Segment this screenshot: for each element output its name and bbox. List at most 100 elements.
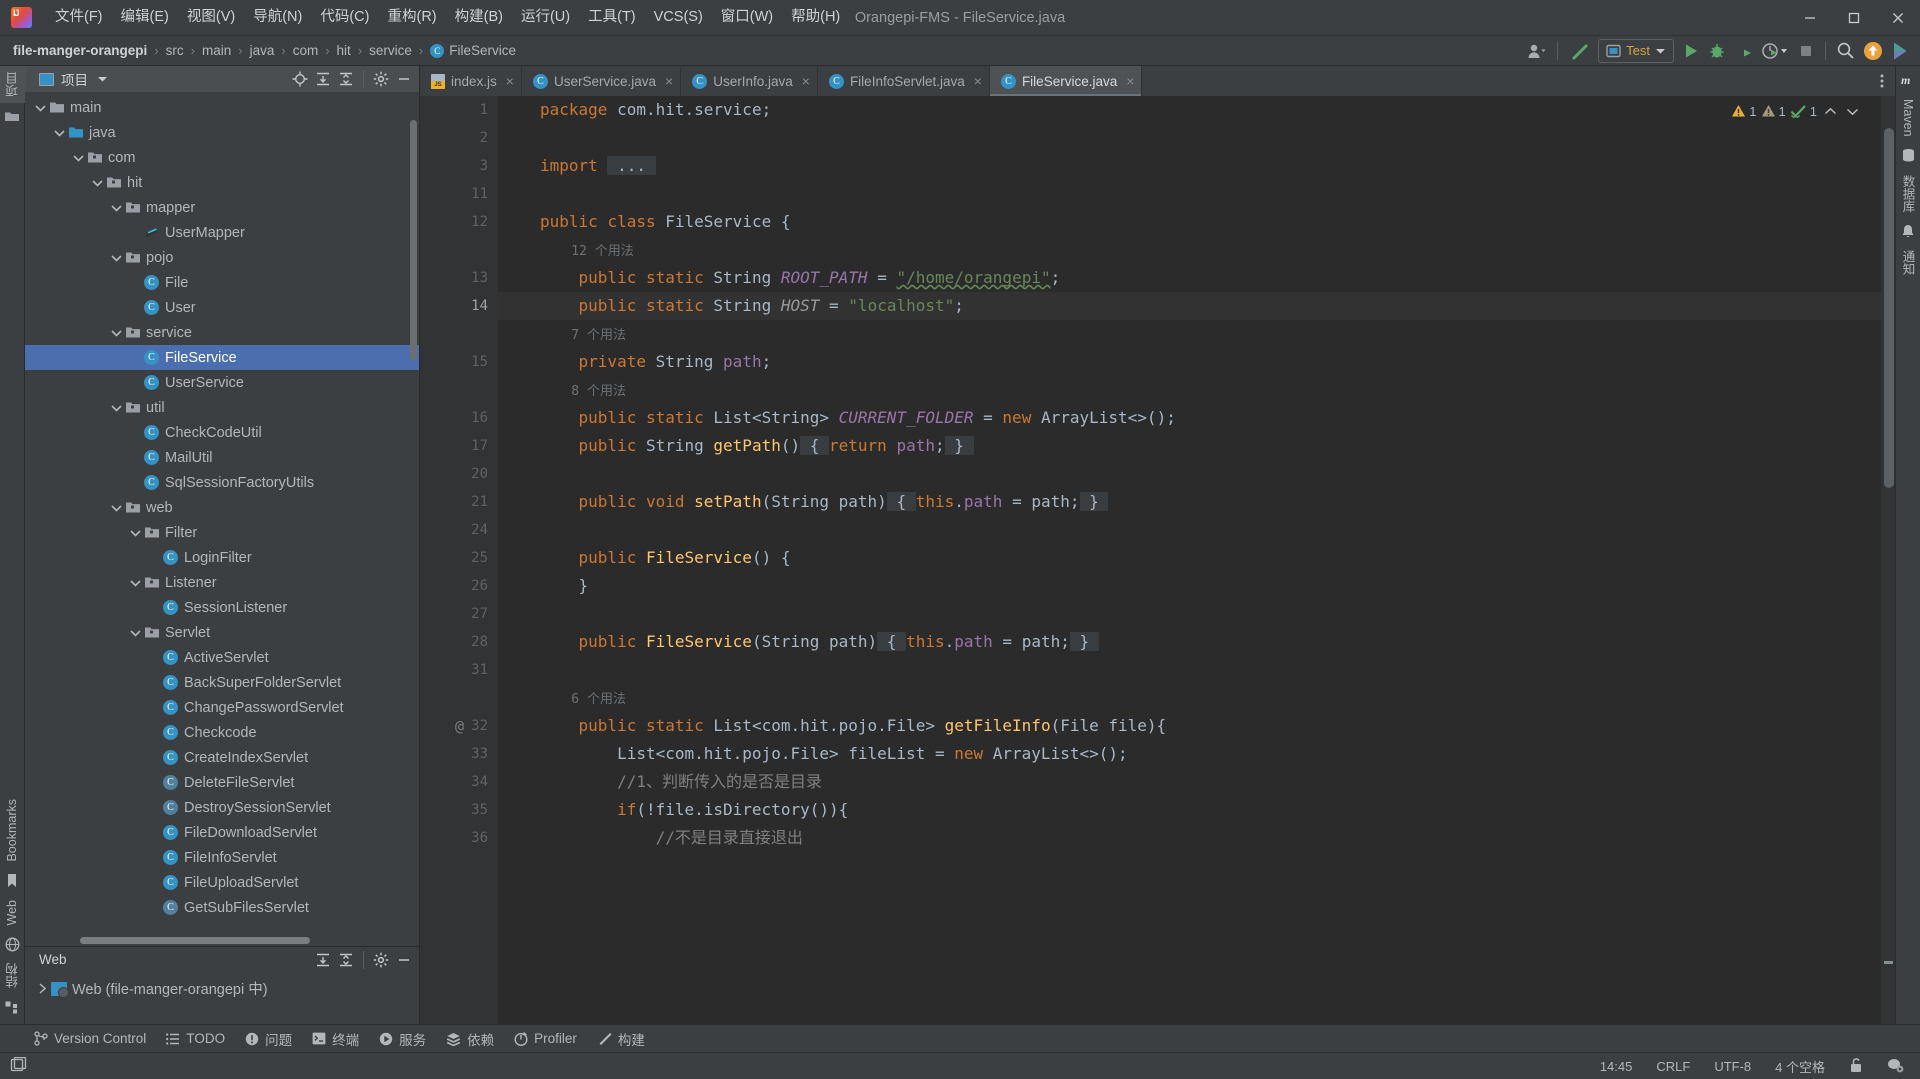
code-line[interactable]	[498, 124, 1881, 152]
code-line[interactable]: //不是目录直接退出	[498, 824, 1881, 852]
web-globe-icon[interactable]	[4, 936, 20, 952]
gutter-line[interactable]: 12	[420, 208, 498, 236]
tree-row[interactable]: pojo	[25, 245, 419, 270]
tree-row[interactable]: C DeleteFileServlet	[25, 770, 419, 795]
expand-all-icon[interactable]	[312, 68, 334, 90]
gutter-line[interactable]: 27	[420, 600, 498, 628]
gutter-line[interactable]: 20	[420, 460, 498, 488]
bookmark-icon[interactable]	[4, 873, 20, 889]
chevron-down-icon[interactable]	[71, 150, 86, 165]
structure-icon[interactable]	[4, 999, 20, 1015]
code-line[interactable]	[498, 180, 1881, 208]
code-line[interactable]: if(!file.isDirectory()){	[498, 796, 1881, 824]
maximize-window-button[interactable]	[1832, 0, 1876, 36]
account-icon[interactable]	[1524, 39, 1550, 63]
tree-row[interactable]: C File	[25, 270, 419, 295]
menu-window[interactable]: 窗口(W)	[712, 6, 782, 29]
close-icon[interactable]: ×	[974, 73, 982, 89]
tree-row[interactable]: C SqlSessionFactoryUtils	[25, 470, 419, 495]
gutter-line[interactable]: 36	[420, 824, 498, 852]
profiler-run-icon[interactable]	[1758, 39, 1792, 63]
status-line-separator[interactable]: CRLF	[1652, 1057, 1694, 1076]
sidebar-item-notifications[interactable]: 通知	[1895, 244, 1920, 281]
code-line[interactable]: public class FileService {	[498, 208, 1881, 236]
tree-row[interactable]: C GetSubFilesServlet	[25, 895, 419, 920]
code-line[interactable]: public static List<String> CURRENT_FOLDE…	[498, 404, 1881, 432]
code-line[interactable]	[498, 656, 1881, 684]
editor-tab[interactable]: C UserInfo.java ×	[681, 66, 818, 96]
close-icon[interactable]: ×	[1126, 73, 1134, 89]
code-editor[interactable]: 1 2 3 11 12 13 14 15 16 17 20 21 24 25 26 27 28 31 32 @33 34…	[420, 96, 1895, 1024]
bottom-profiler[interactable]: Profiler	[506, 1028, 585, 1049]
code-line[interactable]	[498, 516, 1881, 544]
chevron-down-icon[interactable]	[109, 200, 124, 215]
tree-row[interactable]: UserMapper	[25, 220, 419, 245]
code-line[interactable]: public void setPath(String path) { this.…	[498, 488, 1881, 516]
gutter-line[interactable]: 13	[420, 264, 498, 292]
tree-row[interactable]: mapper	[25, 195, 419, 220]
branch-config-icon[interactable]	[1883, 1055, 1908, 1078]
gutter-line[interactable]	[420, 684, 498, 712]
code-line[interactable]	[498, 600, 1881, 628]
gutter-line[interactable]: 2	[420, 124, 498, 152]
gutter-line[interactable]: 28	[420, 628, 516, 656]
gear-icon[interactable]	[370, 949, 392, 971]
gear-icon[interactable]	[370, 68, 392, 90]
run-coverage-icon[interactable]	[1731, 39, 1756, 63]
editor-tab[interactable]: C UserService.java ×	[522, 66, 682, 96]
tree-row[interactable]: web	[25, 495, 419, 520]
tree-row[interactable]: C ActiveServlet	[25, 645, 419, 670]
close-window-button[interactable]	[1876, 0, 1920, 36]
bottom-problems[interactable]: 问题	[237, 1026, 300, 1052]
tree-row[interactable]: hit	[25, 170, 419, 195]
menu-help[interactable]: 帮助(H)	[782, 6, 849, 29]
bottom-version-control[interactable]: Version Control	[26, 1028, 154, 1049]
gutter-line[interactable]: 34	[420, 768, 498, 796]
menu-vcs[interactable]: VCS(S)	[645, 6, 712, 29]
tabs-overflow-icon[interactable]	[1869, 66, 1895, 96]
previous-problem-icon[interactable]	[1821, 102, 1839, 120]
gutter-line[interactable]: 31	[420, 656, 498, 684]
code-line[interactable]: public static List<com.hit.pojo.File> ge…	[498, 712, 1881, 740]
next-problem-icon[interactable]	[1843, 102, 1861, 120]
breadcrumb-item[interactable]: hit	[337, 43, 351, 58]
stop-icon[interactable]	[1794, 39, 1818, 63]
chevron-down-icon[interactable]	[109, 250, 124, 265]
tree-row[interactable]: C FileService	[25, 345, 419, 370]
code-line[interactable]: 12 个用法	[498, 236, 1881, 264]
bottom-services[interactable]: 服务	[371, 1026, 434, 1052]
chevron-down-icon[interactable]	[128, 525, 143, 540]
gutter-line[interactable]: 25	[420, 544, 516, 572]
tree-row[interactable]: C MailUtil	[25, 445, 419, 470]
gutter-line[interactable]	[420, 376, 498, 404]
close-icon[interactable]: ×	[506, 73, 514, 89]
breadcrumb-item[interactable]: java	[250, 43, 275, 58]
tree-row[interactable]: java	[25, 120, 419, 145]
chevron-down-icon[interactable]	[128, 625, 143, 640]
override-marker-icon[interactable]: @	[455, 712, 464, 740]
tree-row[interactable]: C UserService	[25, 370, 419, 395]
collapse-all-icon[interactable]	[335, 949, 357, 971]
tree-row[interactable]: main	[25, 95, 419, 120]
tree-row[interactable]: service	[25, 320, 419, 345]
chevron-right-icon[interactable]	[35, 981, 50, 996]
collapse-all-icon[interactable]	[335, 68, 357, 90]
tree-row[interactable]: C DestroySessionServlet	[25, 795, 419, 820]
gutter-line[interactable]: 11	[420, 180, 498, 208]
code-line[interactable]: public FileService() {	[498, 544, 1881, 572]
code-line[interactable]: public FileService(String path) { this.p…	[498, 628, 1881, 656]
breadcrumb-item[interactable]: src	[166, 43, 184, 58]
editor-tab[interactable]: C FileInfoServlet.java ×	[818, 66, 990, 96]
gutter-line[interactable]: 35	[420, 796, 516, 824]
sidebar-item-structure[interactable]: 结构	[0, 957, 26, 994]
gutter-line[interactable]: 1	[420, 96, 498, 124]
chevron-down-icon[interactable]	[128, 575, 143, 590]
minimize-window-button[interactable]	[1788, 0, 1832, 36]
status-indent[interactable]: 4 个空格	[1771, 1055, 1829, 1078]
bottom-build[interactable]: 构建	[589, 1026, 653, 1052]
tree-row[interactable]: Filter	[25, 520, 419, 545]
menu-navigate[interactable]: 导航(N)	[244, 6, 311, 29]
menu-refactor[interactable]: 重构(R)	[378, 6, 445, 29]
code-line[interactable]	[498, 460, 1881, 488]
tree-row[interactable]: Listener	[25, 570, 419, 595]
